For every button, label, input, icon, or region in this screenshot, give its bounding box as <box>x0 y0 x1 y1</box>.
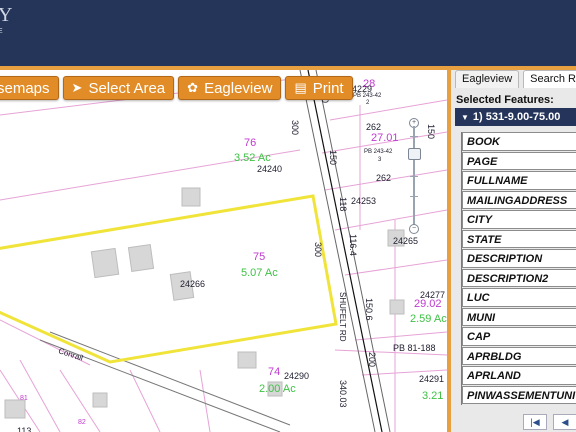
lot-number: 81 <box>20 395 28 402</box>
cursor-icon: ➤ <box>71 80 83 95</box>
panel-tabs: Eagleview Search Res <box>455 70 576 88</box>
lot-number: 113 <box>17 426 32 432</box>
lot-number: 2 <box>366 100 370 106</box>
address-label: 24277 <box>420 290 446 300</box>
road-label: SHUFELT RD <box>338 292 347 342</box>
map-view[interactable]: semaps ➤ Select Area ✿ Eagleview ▤ Print + … <box>0 70 447 432</box>
attribute-field: DESCRIPTION2 <box>462 268 576 287</box>
tab-search-results[interactable]: Search Res <box>523 70 576 88</box>
parcel-number: 74 <box>268 366 281 378</box>
attribute-field: MUNI <box>462 307 576 326</box>
lot-number: 82 <box>78 419 86 426</box>
address-label: 24240 <box>257 164 283 174</box>
attribute-field: FULLNAME <box>462 171 576 190</box>
plat-book-label: PB 81-188 <box>393 343 436 353</box>
eagleview-button[interactable]: ✿ Eagleview <box>178 76 282 100</box>
parcel-acreage: 2.00 Ac <box>259 383 296 395</box>
plat-book-label: PB 243-42 <box>364 149 393 155</box>
attribute-field: PINWASSEMENTUNIT <box>462 385 576 404</box>
attribute-field: MAILINGADDRESS <box>462 190 576 209</box>
select-area-button[interactable]: ➤ Select Area <box>62 76 175 100</box>
parcel-acreage: 3.21 <box>422 390 444 402</box>
dimension-label: 150 <box>426 124 436 140</box>
address-label: 24291 <box>419 374 445 384</box>
logo: Y E <box>0 4 12 35</box>
map-toolbar: semaps ➤ Select Area ✿ Eagleview ▤ Print <box>0 76 353 102</box>
parcel-number: 76 <box>244 137 257 149</box>
parcel-acreage: 3.52 Ac <box>234 152 271 164</box>
attribute-field: CAP <box>462 327 576 346</box>
printer-icon: ▤ <box>294 80 307 95</box>
attribute-field: APRBLDG <box>462 346 576 365</box>
selected-feature-label: 1) 531-9.00-75.00 <box>472 111 561 123</box>
parcel-number: 75 <box>253 251 266 263</box>
logo-mark: Y <box>0 4 13 26</box>
attribute-field: BOOK <box>462 132 576 151</box>
zoom-slider[interactable]: + − <box>406 118 422 242</box>
tab-eagleview[interactable]: Eagleview <box>455 70 520 88</box>
attribute-field: CITY <box>462 210 576 229</box>
address-label: 24266 <box>180 279 206 289</box>
selected-feature-item[interactable]: ▼ 1) 531-9.00-75.00 <box>455 108 576 126</box>
basemaps-button[interactable]: semaps <box>0 76 59 100</box>
dimension-label: 300 <box>313 242 323 258</box>
zoom-out-icon[interactable]: − <box>409 224 419 234</box>
dimension-label: 150 <box>328 150 338 166</box>
previous-page-button[interactable]: ◀ <box>553 414 576 430</box>
print-label: Print <box>312 79 344 97</box>
results-panel: Eagleview Search Res Selected Features: … <box>447 70 576 432</box>
dimension-label: 262 <box>376 173 392 183</box>
eagle-icon: ✿ <box>187 80 199 95</box>
print-button[interactable]: ▤ Print <box>285 76 353 100</box>
attribute-field: DESCRIPTION <box>462 249 576 268</box>
plat-book-label: PB 243-42 <box>353 93 382 99</box>
attribute-field: STATE <box>462 229 576 248</box>
first-page-button[interactable]: |◀ <box>523 414 547 430</box>
dimension-label: 262 <box>366 122 382 132</box>
parcel-acreage: 5.07 Ac <box>241 267 278 279</box>
dimension-label: 200 <box>367 352 377 368</box>
pager: |◀ ◀ <box>523 414 576 430</box>
collapse-triangle-icon: ▼ <box>461 113 469 122</box>
attribute-field: PAGE <box>462 151 576 170</box>
zoom-handle[interactable] <box>408 148 421 160</box>
app-header: Y E <box>0 0 576 66</box>
attribute-field: APRLAND <box>462 366 576 385</box>
address-label: 24290 <box>284 371 310 381</box>
parcel-number: 27.01 <box>371 132 399 144</box>
attribute-field: LUC <box>462 288 576 307</box>
address-label: 24253 <box>351 196 377 206</box>
parcel-acreage: 2.59 Ac <box>410 313 447 325</box>
attribute-list: BOOK PAGE FULLNAME MAILINGADDRESS CITY S… <box>461 132 576 405</box>
basemaps-label: semaps <box>0 79 50 97</box>
selected-features-label: Selected Features: <box>456 94 554 106</box>
dimension-label: 150.6 <box>364 298 374 321</box>
logo-text: E <box>0 28 4 35</box>
lot-number: 3 <box>378 157 382 163</box>
dimension-label: 340.03 <box>338 380 348 408</box>
dimension-label: 300 <box>290 120 300 136</box>
select-area-label: Select Area <box>88 79 166 97</box>
eagleview-label: Eagleview <box>204 79 273 97</box>
dimension-label: 118 <box>338 197 348 212</box>
dimension-label: 116.4 <box>348 234 358 256</box>
